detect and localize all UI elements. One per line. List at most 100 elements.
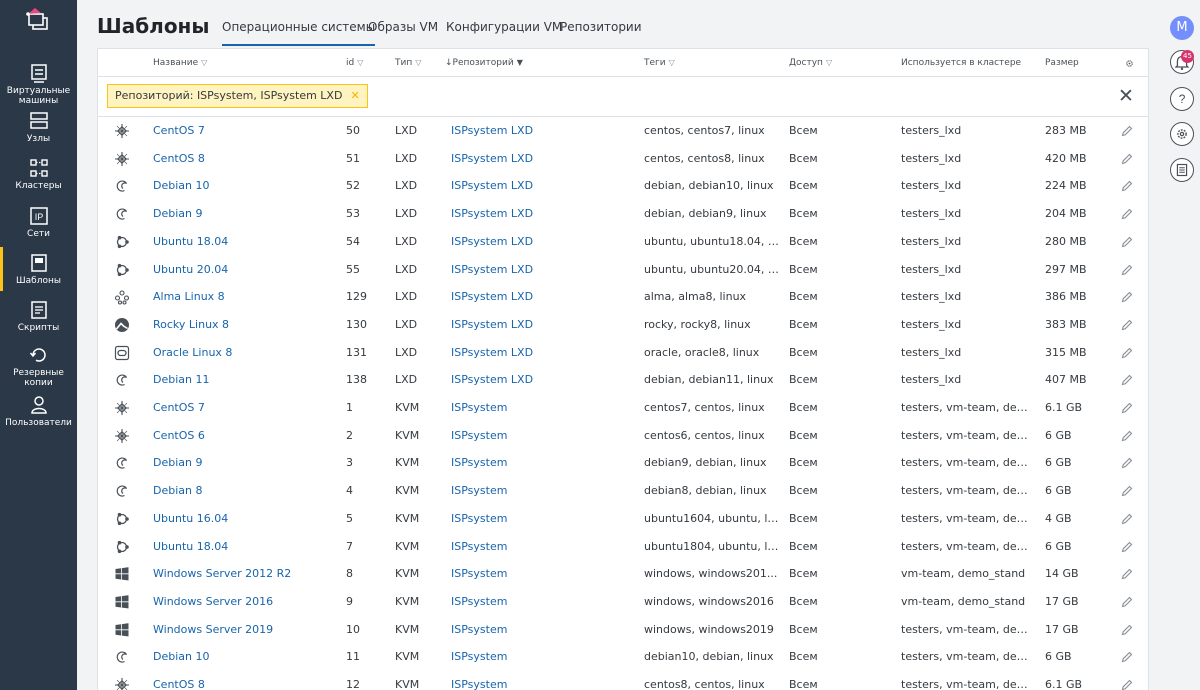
- template-name-link[interactable]: Rocky Linux 8: [153, 311, 333, 339]
- table-row[interactable]: Ubuntu 20.04 55 LXD ISPsystem LXD ubuntu, ub…: [98, 256, 1148, 284]
- filter-icon[interactable]: ▽: [357, 58, 363, 67]
- table-row[interactable]: CentOS 7 1 KVM ISPsystem centos7, centos, li…: [98, 394, 1148, 422]
- repository-link[interactable]: ISPsystem LXD: [451, 200, 631, 228]
- edit-icon[interactable]: [1121, 485, 1133, 497]
- edit-icon[interactable]: [1121, 651, 1133, 663]
- table-row[interactable]: Ubuntu 16.04 5 KVM ISPsystem ubuntu1604, ubu…: [98, 505, 1148, 533]
- edit-icon[interactable]: [1121, 679, 1133, 690]
- table-row[interactable]: CentOS 6 2 KVM ISPsystem centos6, centos, li…: [98, 422, 1148, 450]
- repository-link[interactable]: ISPsystem: [451, 643, 631, 671]
- edit-icon[interactable]: [1121, 347, 1133, 359]
- table-row[interactable]: Ubuntu 18.04 7 KVM ISPsystem ubuntu1804, ubu…: [98, 533, 1148, 561]
- filter-icon[interactable]: ▽: [669, 58, 675, 67]
- repository-link[interactable]: ISPsystem: [451, 449, 631, 477]
- table-row[interactable]: CentOS 7 50 LXD ISPsystem LXD centos, centos…: [98, 117, 1148, 145]
- edit-icon[interactable]: [1121, 208, 1133, 220]
- edit-icon[interactable]: [1121, 319, 1133, 331]
- tab-vm-images[interactable]: Образы VM: [368, 20, 438, 46]
- table-row[interactable]: Windows Server 2012 R2 8 KVM ISPsystem windo…: [98, 560, 1148, 588]
- template-name-link[interactable]: CentOS 7: [153, 117, 333, 145]
- gear-icon[interactable]: [1170, 122, 1194, 146]
- edit-icon[interactable]: [1121, 541, 1133, 553]
- table-row[interactable]: Debian 10 52 LXD ISPsystem LXD debian, debia…: [98, 172, 1148, 200]
- column-header-size[interactable]: Размер: [1045, 58, 1079, 68]
- edit-icon[interactable]: [1121, 125, 1133, 137]
- template-name-link[interactable]: CentOS 7: [153, 394, 333, 422]
- edit-icon[interactable]: [1121, 236, 1133, 248]
- template-name-link[interactable]: Debian 8: [153, 477, 333, 505]
- column-header-id[interactable]: id ▽: [346, 58, 363, 68]
- template-name-link[interactable]: Debian 11: [153, 366, 333, 394]
- column-header-type[interactable]: Тип ▽: [395, 58, 421, 68]
- filter-icon[interactable]: ▽: [201, 58, 207, 67]
- column-header-repository[interactable]: ↓Репозиторий ▼: [445, 58, 523, 68]
- edit-icon[interactable]: [1121, 374, 1133, 386]
- repository-link[interactable]: ISPsystem: [451, 616, 631, 644]
- repository-link[interactable]: ISPsystem LXD: [451, 256, 631, 284]
- template-name-link[interactable]: Oracle Linux 8: [153, 339, 333, 367]
- table-row[interactable]: CentOS 8 12 KVM ISPsystem centos8, centos, l…: [98, 671, 1148, 690]
- table-row[interactable]: Alma Linux 8 129 LXD ISPsystem LXD alma, alm…: [98, 283, 1148, 311]
- template-name-link[interactable]: Debian 10: [153, 172, 333, 200]
- template-name-link[interactable]: Debian 9: [153, 200, 333, 228]
- template-name-link[interactable]: Windows Server 2016: [153, 588, 333, 616]
- column-header-name[interactable]: Название ▽: [153, 58, 207, 68]
- tab-repositories[interactable]: Репозитории: [560, 20, 642, 46]
- filter-icon[interactable]: ▽: [415, 58, 421, 67]
- template-name-link[interactable]: Ubuntu 20.04: [153, 256, 333, 284]
- filter-chip[interactable]: Репозиторий: ISPsystem, ISPsystem LXD ✕: [107, 84, 368, 108]
- column-settings-icon[interactable]: [1125, 59, 1134, 68]
- avatar[interactable]: M: [1170, 16, 1194, 40]
- repository-link[interactable]: ISPsystem: [451, 505, 631, 533]
- repository-link[interactable]: ISPsystem LXD: [451, 311, 631, 339]
- logo-icon[interactable]: [24, 7, 52, 35]
- table-row[interactable]: Rocky Linux 8 130 LXD ISPsystem LXD rocky, r…: [98, 311, 1148, 339]
- repository-link[interactable]: ISPsystem: [451, 560, 631, 588]
- edit-icon[interactable]: [1121, 568, 1133, 580]
- log-icon[interactable]: [1170, 158, 1194, 182]
- sidebar-item-networks[interactable]: IP Сети: [0, 206, 77, 239]
- sidebar-item-vms[interactable]: Виртуальные машины: [0, 63, 77, 106]
- help-icon[interactable]: ?: [1170, 87, 1194, 111]
- table-row[interactable]: Debian 11 138 LXD ISPsystem LXD debian, debi…: [98, 366, 1148, 394]
- template-name-link[interactable]: Ubuntu 18.04: [153, 228, 333, 256]
- table-row[interactable]: Debian 10 11 KVM ISPsystem debian10, debian,…: [98, 643, 1148, 671]
- template-name-link[interactable]: CentOS 8: [153, 671, 333, 690]
- repository-link[interactable]: ISPsystem LXD: [451, 172, 631, 200]
- repository-link[interactable]: ISPsystem: [451, 671, 631, 690]
- edit-icon[interactable]: [1121, 180, 1133, 192]
- edit-icon[interactable]: [1121, 624, 1133, 636]
- edit-icon[interactable]: [1121, 513, 1133, 525]
- filter-icon[interactable]: ▽: [826, 58, 832, 67]
- tab-vm-configurations[interactable]: Конфигурации VM: [446, 20, 562, 46]
- sidebar-item-scripts[interactable]: Скрипты: [0, 300, 77, 333]
- edit-icon[interactable]: [1121, 457, 1133, 469]
- repository-link[interactable]: ISPsystem: [451, 422, 631, 450]
- repository-link[interactable]: ISPsystem LXD: [451, 339, 631, 367]
- edit-icon[interactable]: [1121, 402, 1133, 414]
- column-header-tags[interactable]: Теги ▽: [644, 58, 675, 68]
- repository-link[interactable]: ISPsystem LXD: [451, 228, 631, 256]
- repository-link[interactable]: ISPsystem: [451, 588, 631, 616]
- sidebar-item-backups[interactable]: Резервные копии: [0, 345, 77, 388]
- table-row[interactable]: Debian 9 53 LXD ISPsystem LXD debian, debian…: [98, 200, 1148, 228]
- filter-active-icon[interactable]: ▼: [517, 58, 523, 67]
- sidebar-item-clusters[interactable]: Кластеры: [0, 158, 77, 191]
- table-row[interactable]: Debian 9 3 KVM ISPsystem debian9, debian, li…: [98, 449, 1148, 477]
- table-row[interactable]: Windows Server 2019 10 KVM ISPsystem windows…: [98, 616, 1148, 644]
- repository-link[interactable]: ISPsystem: [451, 394, 631, 422]
- table-row[interactable]: CentOS 8 51 LXD ISPsystem LXD centos, centos…: [98, 145, 1148, 173]
- edit-icon[interactable]: [1121, 153, 1133, 165]
- repository-link[interactable]: ISPsystem LXD: [451, 283, 631, 311]
- template-name-link[interactable]: Windows Server 2012 R2: [153, 560, 333, 588]
- column-header-access[interactable]: Доступ ▽: [789, 58, 832, 68]
- template-name-link[interactable]: Alma Linux 8: [153, 283, 333, 311]
- repository-link[interactable]: ISPsystem: [451, 477, 631, 505]
- close-icon[interactable]: ✕: [350, 89, 359, 102]
- template-name-link[interactable]: Windows Server 2019: [153, 616, 333, 644]
- tab-operating-systems[interactable]: Операционные системы: [222, 20, 376, 46]
- repository-link[interactable]: ISPsystem LXD: [451, 366, 631, 394]
- sidebar-item-nodes[interactable]: Узлы: [0, 111, 77, 144]
- table-row[interactable]: Debian 8 4 KVM ISPsystem debian8, debian, li…: [98, 477, 1148, 505]
- template-name-link[interactable]: CentOS 6: [153, 422, 333, 450]
